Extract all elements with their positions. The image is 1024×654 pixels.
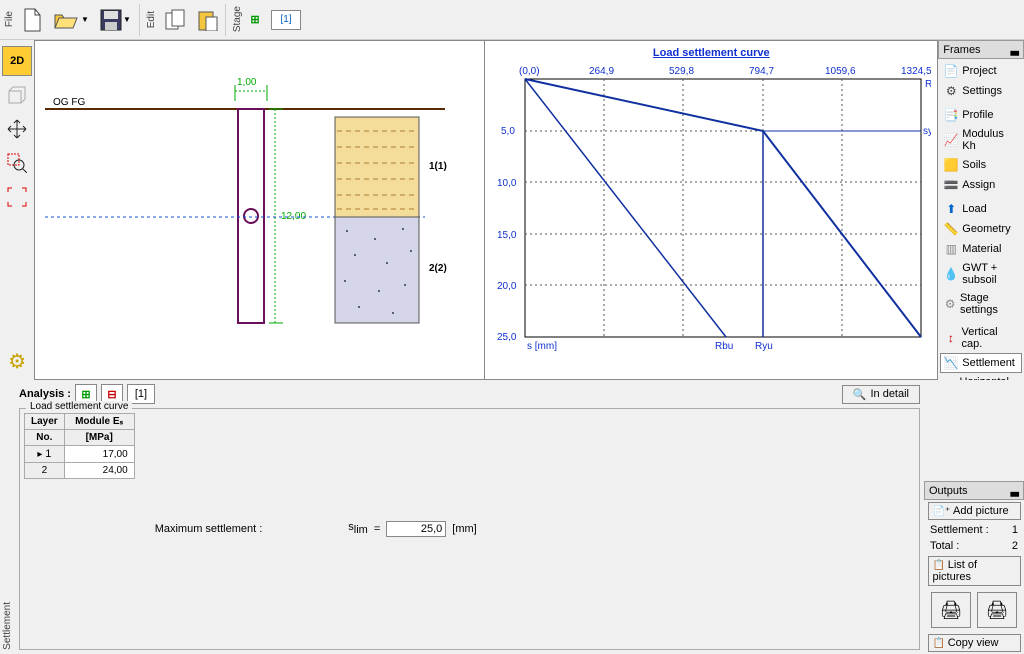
frames-minimize-icon[interactable]: ▃ (1011, 43, 1019, 56)
frame-icon: ▥ (944, 242, 958, 256)
frame-icon: 📑 (944, 108, 958, 122)
frame-icon: 🟨 (944, 158, 958, 172)
frame-item-soils[interactable]: 🟨Soils (940, 155, 1022, 175)
frame-item-gwt-subsoil[interactable]: 💧GWT + subsoil (940, 259, 1022, 289)
left-toolbar: 2D ⚙ (0, 40, 34, 380)
print-button[interactable]: 🖨 (931, 592, 971, 628)
module-table: LayerModule Eₛ No.[MPa] ▸ 117,00 224,00 (24, 413, 135, 479)
frame-item-project[interactable]: 📄Project (940, 61, 1022, 81)
frame-icon: 📈 (944, 133, 958, 147)
paste-button[interactable] (192, 5, 222, 35)
svg-text:1(1): 1(1) (429, 161, 447, 172)
magnifier-icon: 🔍 (853, 388, 867, 401)
svg-text:264,9: 264,9 (589, 66, 614, 77)
bottom-tab-label: Settlement (0, 380, 15, 654)
pile-sketch: OG FG 1,00 12,00 (35, 41, 485, 377)
frame-icon: ⚙ (944, 297, 956, 311)
load-settlement-chart: (0,0) 264,9 529,8 794,7 1059,6 1324,5 R … (491, 59, 931, 359)
edit-group-label: Edit (144, 9, 159, 30)
main-toolbar: File ▼ ▼ Edit Stage ⊞ [1] (0, 0, 1024, 40)
print-color-button[interactable]: 🖨 (977, 592, 1017, 628)
frame-item-profile[interactable]: 📑Profile (940, 105, 1022, 125)
move-tool-button[interactable] (2, 114, 32, 144)
outputs-title: Outputs (929, 485, 968, 497)
frame-icon: ↕ (944, 331, 957, 345)
view-settings-button[interactable]: ⚙ (2, 346, 32, 376)
stage-1-button[interactable]: [1] (271, 10, 301, 30)
analysis-panel: Analysis : ⊞ ⊟ [1] 🔍In detail Load settl… (15, 380, 924, 654)
frames-panel: Frames ▃ 📄Project⚙Settings 📑Profile📈Modulu… (938, 40, 1024, 380)
copy-view-button[interactable]: 📋 Copy view (928, 634, 1021, 652)
zoom-region-button[interactable] (2, 148, 32, 178)
frame-item-settings[interactable]: ⚙Settings (940, 81, 1022, 101)
svg-text:2(2): 2(2) (429, 263, 447, 274)
frames-title: Frames (943, 44, 980, 56)
frame-icon: 📄 (944, 64, 958, 78)
svg-text:s [mm]: s [mm] (527, 341, 557, 352)
view-3d-button[interactable] (2, 80, 32, 110)
add-picture-button[interactable]: 📄⁺ Add picture (928, 502, 1021, 520)
svg-text:OG FG: OG FG (53, 97, 85, 108)
fit-view-button[interactable] (2, 182, 32, 212)
frame-item-load[interactable]: ⬆Load (940, 199, 1022, 219)
frame-item-material[interactable]: ▥Material (940, 239, 1022, 259)
svg-text:1324,5: 1324,5 (901, 66, 931, 77)
svg-text:sy: sy (923, 126, 931, 137)
file-group-label: File (2, 9, 17, 29)
svg-text:10,0: 10,0 (497, 178, 517, 189)
stage-group-label: Stage (230, 4, 245, 34)
copy-button[interactable] (160, 5, 190, 35)
svg-text:R [kN]: R [kN] (925, 79, 931, 90)
max-settlement-row: Maximum settlement : slim = [mm] (155, 413, 477, 645)
open-file-button[interactable]: ▼ (50, 5, 92, 35)
frame-item-vertical-cap-[interactable]: ↕Vertical cap. (940, 323, 1022, 353)
save-file-button[interactable]: ▼ (94, 5, 136, 35)
in-detail-button[interactable]: 🔍In detail (842, 385, 920, 404)
canvas-area: OG FG 1,00 12,00 (34, 40, 938, 380)
svg-text:1059,6: 1059,6 (825, 66, 856, 77)
frame-icon: 🟰 (944, 178, 958, 192)
frame-icon: 📉 (944, 356, 958, 370)
slim-input[interactable] (386, 521, 446, 537)
outputs-minimize-icon[interactable]: ▃ (1011, 484, 1019, 497)
frame-icon: 📏 (944, 222, 958, 236)
frame-icon: 💧 (944, 267, 958, 281)
svg-text:794,7: 794,7 (749, 66, 774, 77)
view-2d-button[interactable]: 2D (2, 46, 32, 76)
analysis-label: Analysis : (19, 388, 71, 400)
svg-text:(0,0): (0,0) (519, 66, 540, 77)
frame-icon: ⚙ (944, 84, 958, 98)
list-pictures-button[interactable]: 📋 List of pictures (928, 556, 1021, 586)
svg-text:20,0: 20,0 (497, 281, 517, 292)
svg-text:529,8: 529,8 (669, 66, 694, 77)
frame-item-stage-settings[interactable]: ⚙Stage settings (940, 289, 1022, 319)
frame-item-geometry[interactable]: 📏Geometry (940, 219, 1022, 239)
chart-title: Load settlement curve (653, 47, 770, 59)
table-row[interactable]: ▸ 117,00 (25, 446, 135, 463)
add-stage-button[interactable]: ⊞ (246, 11, 264, 29)
frame-item-assign[interactable]: 🟰Assign (940, 175, 1022, 195)
frame-icon: ⬆ (944, 202, 958, 216)
svg-text:1,00: 1,00 (237, 77, 257, 88)
svg-text:Rbu: Rbu (715, 341, 733, 352)
frame-item-modulus-kh[interactable]: 📈Modulus Kh (940, 125, 1022, 155)
table-row[interactable]: 224,00 (25, 463, 135, 479)
svg-text:25,0: 25,0 (497, 332, 517, 343)
module-table-wrap: LayerModule Eₛ No.[MPa] ▸ 117,00 224,00 (24, 413, 135, 645)
outputs-panel: Outputs▃ 📄⁺ Add picture Settlement :1 To… (924, 380, 1024, 654)
frame-item-settlement[interactable]: 📉Settlement (940, 353, 1022, 373)
new-file-button[interactable] (18, 5, 48, 35)
load-settlement-group: Load settlement curve LayerModule Eₛ No.… (19, 408, 920, 650)
svg-text:Ryu: Ryu (755, 341, 773, 352)
svg-text:5,0: 5,0 (501, 126, 515, 137)
svg-text:15,0: 15,0 (497, 230, 517, 241)
